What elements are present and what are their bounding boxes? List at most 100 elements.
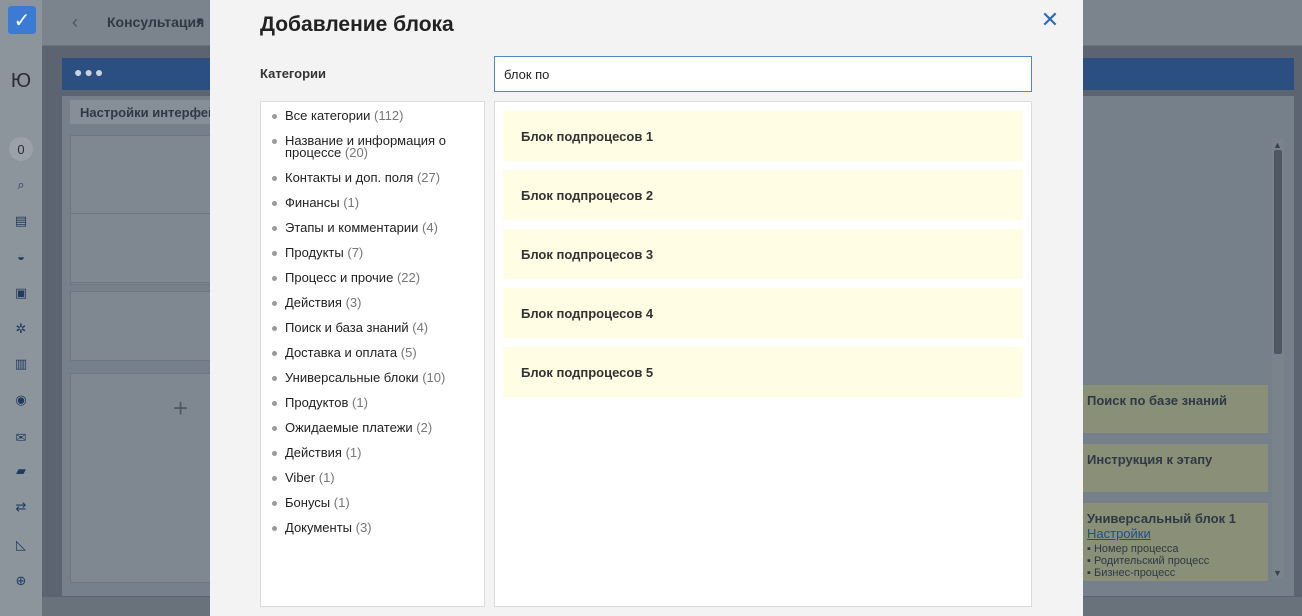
- category-count: (5): [400, 345, 417, 360]
- more-dots-icon[interactable]: ●●●: [74, 64, 105, 80]
- right-block-card[interactable]: Поиск по базе знаний: [1078, 385, 1268, 433]
- category-name: Действия: [285, 295, 342, 310]
- bullet-icon: [272, 526, 277, 531]
- close-icon[interactable]: ✕: [1040, 9, 1060, 31]
- category-item[interactable]: Ожидаемые платежи (2): [261, 420, 484, 435]
- category-name: Ожидаемые платежи: [285, 420, 413, 435]
- category-item[interactable]: Финансы (1): [261, 195, 484, 210]
- category-count: (1): [333, 495, 350, 510]
- category-item[interactable]: Все категории (112): [261, 108, 484, 123]
- right-block-title: Инструкция к этапу: [1087, 452, 1213, 467]
- chevron-down-icon[interactable]: ▾: [197, 14, 203, 27]
- category-name: Доставка и оплата: [285, 345, 398, 360]
- right-block-title: Поиск по базе знаний: [1087, 393, 1227, 408]
- category-item[interactable]: Контакты и доп. поля (27): [261, 171, 484, 184]
- bullet-icon: [272, 476, 277, 481]
- category-name: Процесс и прочие: [285, 270, 394, 285]
- category-count: (3): [345, 295, 362, 310]
- bullet-icon: [272, 401, 277, 406]
- search-icon[interactable]: ⌕: [12, 176, 30, 194]
- tab-interface-settings[interactable]: Настройки интерфейса: [70, 100, 220, 124]
- bullet-icon: [272, 326, 277, 331]
- category-count: (20): [344, 145, 369, 160]
- list-item: Номер процесса: [1087, 543, 1259, 555]
- chat-icon[interactable]: ▰: [12, 462, 30, 480]
- block-result-item[interactable]: Блок подпроцесов 3: [503, 229, 1023, 279]
- categories-label: Категории: [260, 66, 327, 81]
- category-count: (22): [396, 270, 421, 285]
- notification-counter[interactable]: 0: [9, 137, 33, 161]
- layout-card: [70, 291, 220, 361]
- category-item[interactable]: Документы (3): [261, 520, 484, 535]
- category-name: Бонусы: [285, 495, 331, 510]
- bullet-icon: [272, 501, 277, 506]
- gear-icon[interactable]: ✲: [12, 320, 30, 338]
- category-count: (1): [343, 195, 360, 210]
- category-item[interactable]: Viber (1): [261, 470, 484, 485]
- scroll-down-icon[interactable]: ▼: [1273, 568, 1282, 578]
- layout-card: [70, 213, 220, 283]
- scrollbar-thumb[interactable]: [1274, 150, 1282, 354]
- category-item[interactable]: Доставка и оплата (5): [261, 345, 484, 360]
- block-result-item[interactable]: Блок подпроцесов 5: [503, 347, 1023, 397]
- list-item: Бизнес-процесс: [1087, 567, 1259, 579]
- block-result-item[interactable]: Блок подпроцесов 1: [503, 111, 1023, 161]
- back-arrow-icon[interactable]: ‹: [72, 12, 78, 33]
- bullet-icon: [272, 301, 277, 306]
- search-input[interactable]: [494, 56, 1032, 92]
- user-avatar[interactable]: Ю: [0, 70, 42, 93]
- add-block-icon[interactable]: +: [173, 393, 188, 424]
- category-item[interactable]: Действия (1): [261, 446, 484, 459]
- left-sidebar: ✓ Ю 0 ⌕ ▤ ◒ ▣ ✲ ▥ ◉ ✉ ▰ ⇄ ◺ ⊕: [0, 0, 42, 616]
- bullet-icon: [272, 201, 277, 206]
- basket-icon[interactable]: ◒: [12, 247, 30, 265]
- calendar-icon[interactable]: ▤: [12, 212, 30, 230]
- category-item[interactable]: Этапы и комментарии (4): [261, 220, 484, 235]
- right-block-card[interactable]: Инструкция к этапу: [1078, 444, 1268, 492]
- bullet-icon: [272, 176, 277, 181]
- mail-icon[interactable]: ✉: [12, 429, 30, 447]
- category-count: (2): [416, 420, 433, 435]
- transfer-icon[interactable]: ⇄: [12, 498, 30, 516]
- chart-icon[interactable]: ◺: [12, 536, 30, 554]
- category-name: Поиск и база знаний: [285, 320, 409, 335]
- category-count: (1): [318, 470, 335, 485]
- category-name: Универсальные блоки: [285, 370, 419, 385]
- category-count: (10): [422, 370, 446, 385]
- category-name: Продуктов: [285, 395, 349, 410]
- block-result-item[interactable]: Блок подпроцесов 2: [503, 170, 1023, 220]
- bullet-icon: [272, 251, 277, 256]
- category-count: (7): [347, 245, 364, 260]
- category-item[interactable]: Продуктов (1): [261, 395, 484, 410]
- right-block-items: Номер процесса Родительский процесс Бизн…: [1087, 543, 1259, 579]
- category-name: Финансы: [285, 195, 340, 210]
- add-block-modal: Добавление блока ✕ Категории Все категор…: [210, 0, 1083, 616]
- category-item[interactable]: Продукты (7): [261, 245, 484, 260]
- app-title[interactable]: Консультация: [107, 14, 204, 30]
- globe-icon[interactable]: ⊕: [12, 572, 30, 590]
- category-list: Все категории (112) Название и информация…: [260, 101, 485, 607]
- clipboard-icon[interactable]: ▣: [12, 284, 30, 302]
- category-count: (3): [355, 520, 372, 535]
- user-icon[interactable]: ◉: [12, 391, 30, 409]
- scroll-up-icon[interactable]: ▲: [1273, 140, 1282, 150]
- layout-card: [70, 373, 220, 583]
- category-name: Этапы и комментарии: [285, 220, 419, 235]
- category-item[interactable]: Бонусы (1): [261, 495, 484, 510]
- category-item[interactable]: Название и информация о процессе (20): [261, 134, 484, 160]
- bullet-icon: [272, 376, 277, 381]
- block-result-item[interactable]: Блок подпроцесов 4: [503, 288, 1023, 338]
- category-item[interactable]: Поиск и база знаний (4): [261, 320, 484, 335]
- barcode-icon[interactable]: ▥: [12, 355, 30, 373]
- app-logo-icon[interactable]: ✓: [8, 6, 36, 34]
- category-name: Все категории: [285, 108, 371, 123]
- list-item: Родительский процесс: [1087, 555, 1259, 567]
- category-item[interactable]: Действия (3): [261, 295, 484, 310]
- settings-link[interactable]: Настройки: [1087, 526, 1259, 541]
- category-item[interactable]: Универсальные блоки (10): [261, 370, 484, 385]
- modal-title: Добавление блока: [260, 13, 454, 36]
- right-block-card[interactable]: Универсальный блок 1 Настройки Номер про…: [1078, 503, 1268, 581]
- bullet-icon: [272, 114, 277, 119]
- category-item[interactable]: Процесс и прочие (22): [261, 270, 484, 285]
- category-count: (1): [352, 395, 368, 410]
